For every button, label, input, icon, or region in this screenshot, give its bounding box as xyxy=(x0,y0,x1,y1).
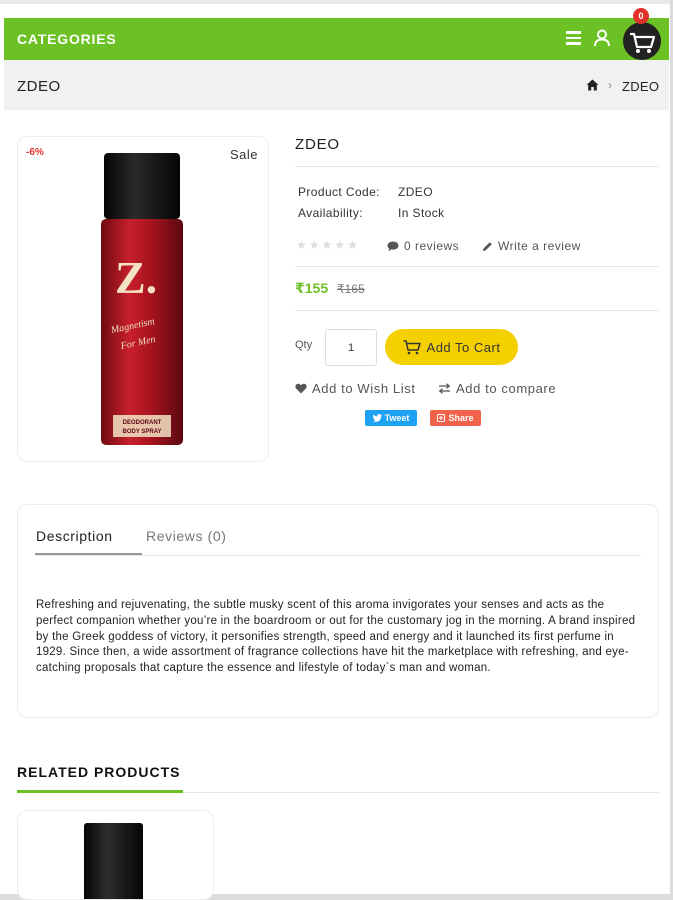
rating-stars: ★★★★★ xyxy=(296,238,360,252)
svg-text:DEODORANT: DEODORANT xyxy=(123,420,162,426)
user-icon[interactable] xyxy=(594,29,610,47)
share-icon xyxy=(437,414,446,422)
tweet-button[interactable]: Tweet xyxy=(365,410,417,426)
divider xyxy=(295,266,659,267)
home-icon[interactable] xyxy=(586,79,599,91)
wishlist-label: Add to Wish List xyxy=(312,381,416,396)
discount-badge: -6% xyxy=(26,147,44,158)
related-product-card[interactable] xyxy=(17,810,214,900)
header-bar: CATEGORIES xyxy=(4,18,669,60)
availability-value: In Stock xyxy=(398,206,445,220)
related-product-image[interactable] xyxy=(82,823,145,900)
description-card: Description Reviews (0) Refreshing and r… xyxy=(17,504,659,718)
product-image-card[interactable]: -6% Sale Z. Magnetism For Men DEODORANT … xyxy=(17,136,269,462)
description-text: Refreshing and rejuvenating, the subtle … xyxy=(36,599,636,675)
related-products-title: RELATED PRODUCTS xyxy=(17,764,181,780)
price-current: ₹155 xyxy=(295,280,329,296)
add-to-cart-button[interactable]: Add To Cart xyxy=(385,329,518,365)
pencil-icon xyxy=(483,241,492,251)
add-to-cart-label: Add To Cart xyxy=(426,339,501,355)
qty-label: Qty xyxy=(295,339,313,351)
availability-label: Availability: xyxy=(298,206,364,220)
add-to-wishlist-link[interactable]: Add to Wish List xyxy=(295,381,416,396)
tab-reviews[interactable]: Reviews (0) xyxy=(146,528,227,544)
breadcrumb-bar: ZDEO › ZDEO xyxy=(4,60,669,110)
compare-label: Add to compare xyxy=(456,381,557,396)
breadcrumb-separator: › xyxy=(608,78,612,92)
menu-icon[interactable] xyxy=(566,31,581,45)
page-title: ZDEO xyxy=(17,78,61,95)
product-code-value: ZDEO xyxy=(398,185,433,199)
cart-count-badge: 0 xyxy=(633,8,649,24)
tabs-divider xyxy=(35,555,641,556)
svg-text:BODY SPRAY: BODY SPRAY xyxy=(122,429,161,435)
related-divider xyxy=(183,792,659,793)
tab-description[interactable]: Description xyxy=(36,528,113,544)
cart-button[interactable] xyxy=(623,22,661,60)
reviews-link-label: 0 reviews xyxy=(404,239,460,253)
write-review-label: Write a review xyxy=(498,239,581,253)
product-code-label: Product Code: xyxy=(298,185,380,199)
sale-badge: Sale xyxy=(229,147,258,162)
active-tab-indicator xyxy=(35,553,142,555)
breadcrumb-current[interactable]: ZDEO xyxy=(622,79,659,94)
write-review-link[interactable]: Write a review xyxy=(482,239,581,253)
share-label: Share xyxy=(448,413,474,423)
qty-input[interactable]: 1 xyxy=(325,329,377,366)
price-old: ₹165 xyxy=(337,282,365,296)
related-title-underline xyxy=(17,790,183,793)
heart-icon xyxy=(295,383,307,394)
comment-icon xyxy=(387,241,399,251)
product-image[interactable]: Z. Magnetism For Men DEODORANT BODY SPRA… xyxy=(101,153,183,449)
twitter-icon xyxy=(372,414,382,422)
cart-button-icon xyxy=(403,339,421,354)
cart-icon xyxy=(630,32,656,53)
frame-top xyxy=(0,0,673,4)
compare-icon xyxy=(438,383,451,394)
product-name: ZDEO xyxy=(295,136,340,153)
divider xyxy=(295,166,659,167)
divider xyxy=(295,310,659,311)
share-button[interactable]: Share xyxy=(430,410,481,426)
categories-button[interactable]: CATEGORIES xyxy=(17,31,117,47)
tweet-label: Tweet xyxy=(384,413,410,423)
add-to-compare-link[interactable]: Add to compare xyxy=(438,381,556,396)
reviews-link[interactable]: 0 reviews xyxy=(387,239,459,253)
svg-text:Z.: Z. xyxy=(115,252,157,303)
